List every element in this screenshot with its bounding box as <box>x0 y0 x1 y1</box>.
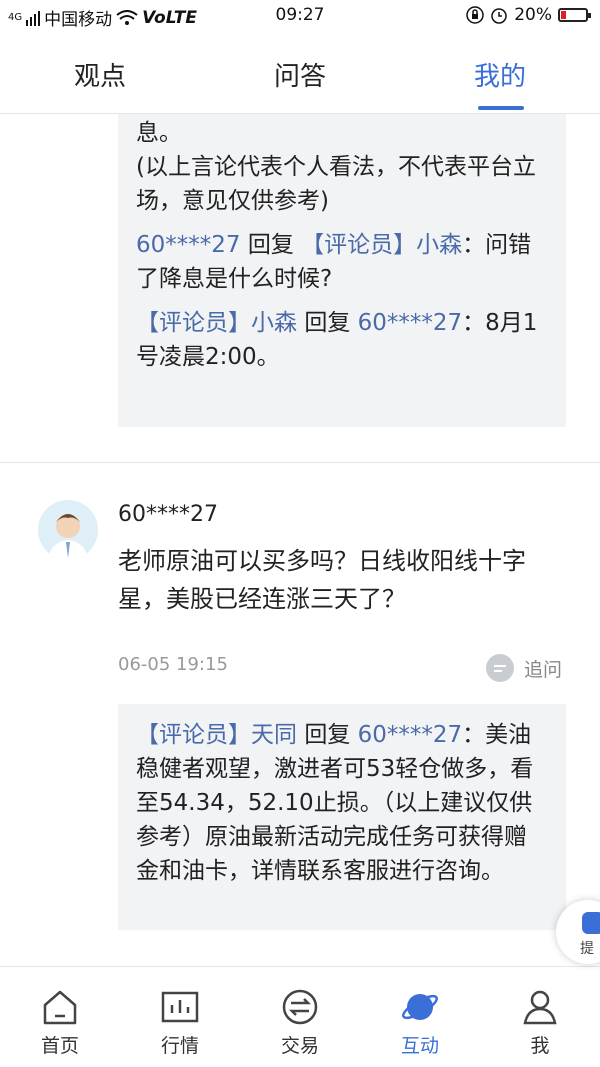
reply-target[interactable]: 【评论员】小森 <box>301 232 462 258</box>
nav-interact[interactable]: 互动 <box>360 987 480 1058</box>
tab-viewpoints[interactable]: 观点 <box>40 56 160 93</box>
partial-line: 息。 <box>136 120 182 146</box>
lock-rotation-icon <box>466 6 484 24</box>
avatar[interactable] <box>38 500 98 560</box>
status-bar: 4G 中国移动 VoLTE 09:27 20% <box>0 0 600 30</box>
bottom-nav: 首页 行情 交易 互动 我 <box>0 966 600 1067</box>
person-icon <box>523 990 557 1025</box>
planet-icon <box>402 994 438 1020</box>
nav-trade[interactable]: 交易 <box>240 987 360 1058</box>
nav-home[interactable]: 首页 <box>0 987 120 1058</box>
question-username[interactable]: 60****27 <box>118 502 218 527</box>
reply-author[interactable]: 60****27 <box>136 232 241 258</box>
ask-icon <box>582 912 600 934</box>
reply-author[interactable]: 【评论员】天同 <box>136 722 297 748</box>
alarm-icon <box>491 8 507 24</box>
top-tabs: 观点 问答 我的 <box>0 42 600 114</box>
followup-label: 追问 <box>524 658 563 681</box>
reply-target[interactable]: 60****27 <box>358 722 463 748</box>
qa-list[interactable]: 息。 (以上言论代表个人看法，不代表平台立场，意见仅供参考) 60****27 … <box>0 114 600 964</box>
nav-label: 行情 <box>160 1035 199 1057</box>
active-tab-indicator <box>478 106 524 110</box>
tab-mine[interactable]: 我的 <box>440 56 560 93</box>
battery-icon <box>558 8 591 22</box>
home-icon <box>43 990 77 1025</box>
reply-target[interactable]: 60****27 <box>358 310 463 336</box>
nav-label: 交易 <box>280 1035 319 1057</box>
reply-verb: 回复 <box>247 232 294 258</box>
chart-icon <box>161 991 199 1023</box>
reply-item: 60****27 回复 【评论员】小森：问错了降息是什么时候? <box>136 228 548 296</box>
reply-verb: 回复 <box>304 722 351 748</box>
followup-button[interactable]: 追问 <box>486 654 562 682</box>
battery-percent: 20% <box>514 5 552 25</box>
divider <box>0 462 600 463</box>
reply-verb: 回复 <box>304 310 351 336</box>
reply-author[interactable]: 【评论员】小森 <box>136 310 297 336</box>
disclaimer-text: (以上言论代表个人看法，不代表平台立场，意见仅供参考) <box>136 154 536 214</box>
previous-reply-box: 息。 (以上言论代表个人看法，不代表平台立场，意见仅供参考) 60****27 … <box>118 114 566 427</box>
battery-fill <box>561 11 566 19</box>
reply-item: 【评论员】天同 回复 60****27：美油稳健者观望，激进者可53轻仓做多，看… <box>136 718 548 888</box>
nav-me[interactable]: 我 <box>480 987 600 1058</box>
question-text: 老师原油可以买多吗？日线收阳线十字星，美股已经连涨三天了？ <box>118 547 526 613</box>
nav-label: 我 <box>530 1035 550 1057</box>
exchange-icon <box>282 989 318 1025</box>
comment-icon <box>486 654 514 682</box>
answer-reply-box: 【评论员】天同 回复 60****27：美油稳健者观望，激进者可53轻仓做多，看… <box>118 704 566 930</box>
question-time: 06-05 19:15 <box>118 654 228 675</box>
tab-qa[interactable]: 问答 <box>240 56 360 93</box>
user-avatar-icon <box>48 514 88 560</box>
nav-label: 首页 <box>40 1035 79 1057</box>
floating-button-label: 提 <box>580 941 594 957</box>
reply-item: 【评论员】小森 回复 60****27：8月1号凌晨2:00。 <box>136 306 548 374</box>
status-right: 20% <box>466 5 591 25</box>
nav-market[interactable]: 行情 <box>120 987 240 1058</box>
nav-label: 互动 <box>400 1035 439 1057</box>
